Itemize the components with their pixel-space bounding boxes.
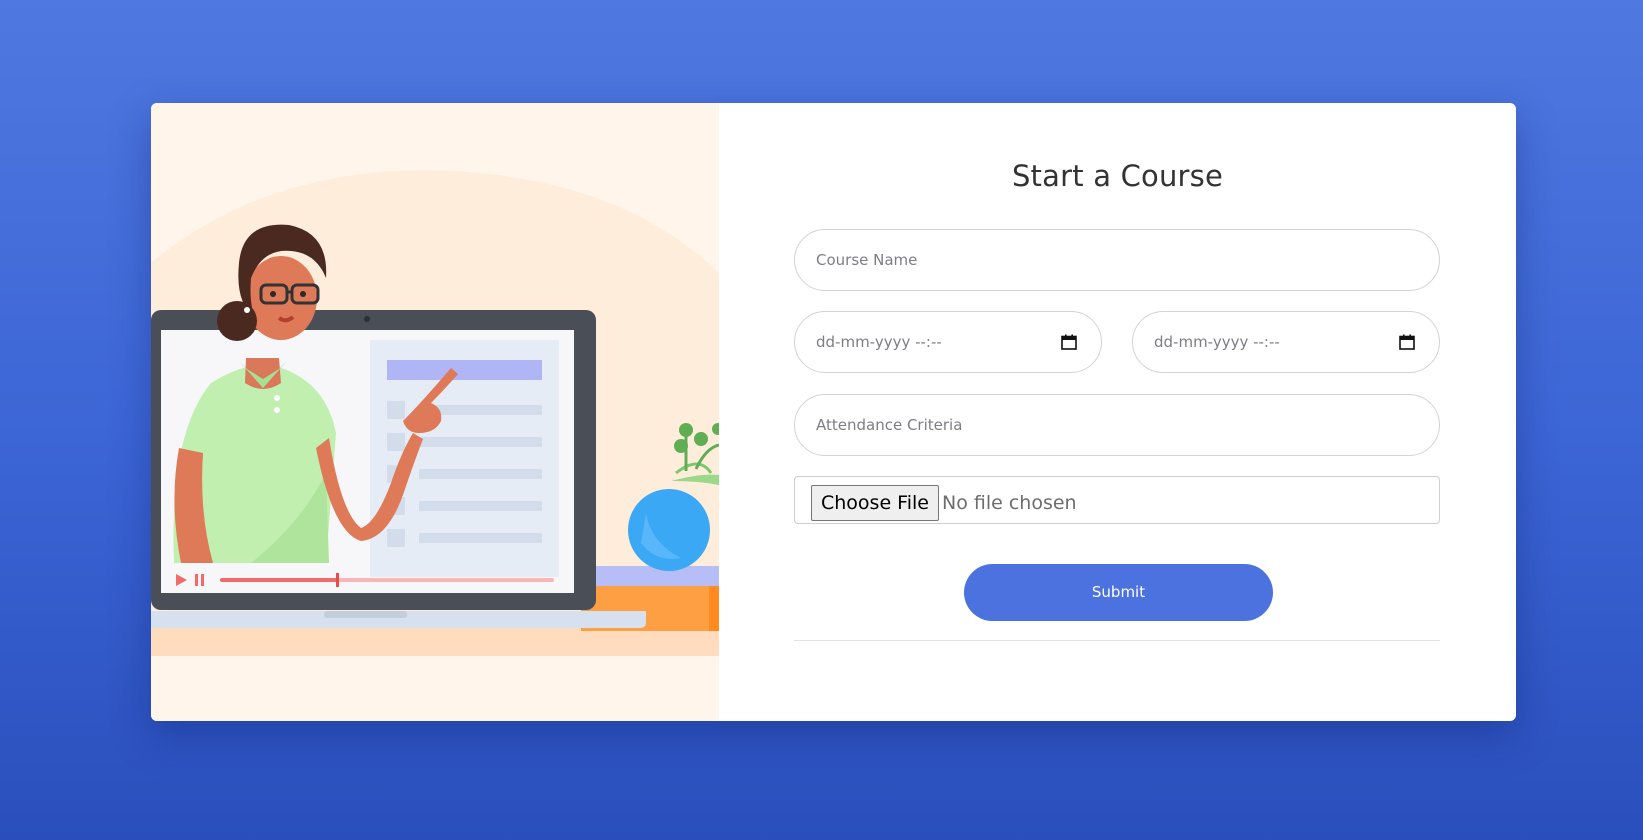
course-name-input[interactable]: Course Name [794, 229, 1440, 291]
divider [794, 640, 1440, 641]
course-name-placeholder: Course Name [816, 251, 918, 269]
video-progress-knob [336, 573, 339, 587]
page-title: Start a Course [1011, 159, 1224, 193]
start-datetime-placeholder: dd-mm-yyyy --:-- [816, 333, 942, 351]
calendar-icon[interactable] [1399, 334, 1415, 350]
course-form-card: Start a Course Course Name dd-mm-yyyy --… [151, 103, 1516, 721]
course-form: Start a Course Course Name dd-mm-yyyy --… [719, 103, 1516, 721]
submit-button[interactable]: Submit [964, 564, 1273, 621]
file-status-text: No file chosen [942, 492, 1077, 514]
end-datetime-input[interactable]: dd-mm-yyyy --:-- [1132, 311, 1440, 373]
start-datetime-input[interactable]: dd-mm-yyyy --:-- [794, 311, 1102, 373]
calendar-icon[interactable] [1061, 334, 1077, 350]
attendance-criteria-input[interactable]: Attendance Criteria [794, 394, 1440, 456]
attendance-criteria-placeholder: Attendance Criteria [816, 416, 963, 434]
end-datetime-placeholder: dd-mm-yyyy --:-- [1154, 333, 1280, 351]
video-progress-fill [220, 578, 337, 582]
teacher-illustration [151, 103, 719, 721]
file-upload-field: Choose File No file chosen [794, 476, 1440, 524]
choose-file-button[interactable]: Choose File [811, 485, 939, 521]
